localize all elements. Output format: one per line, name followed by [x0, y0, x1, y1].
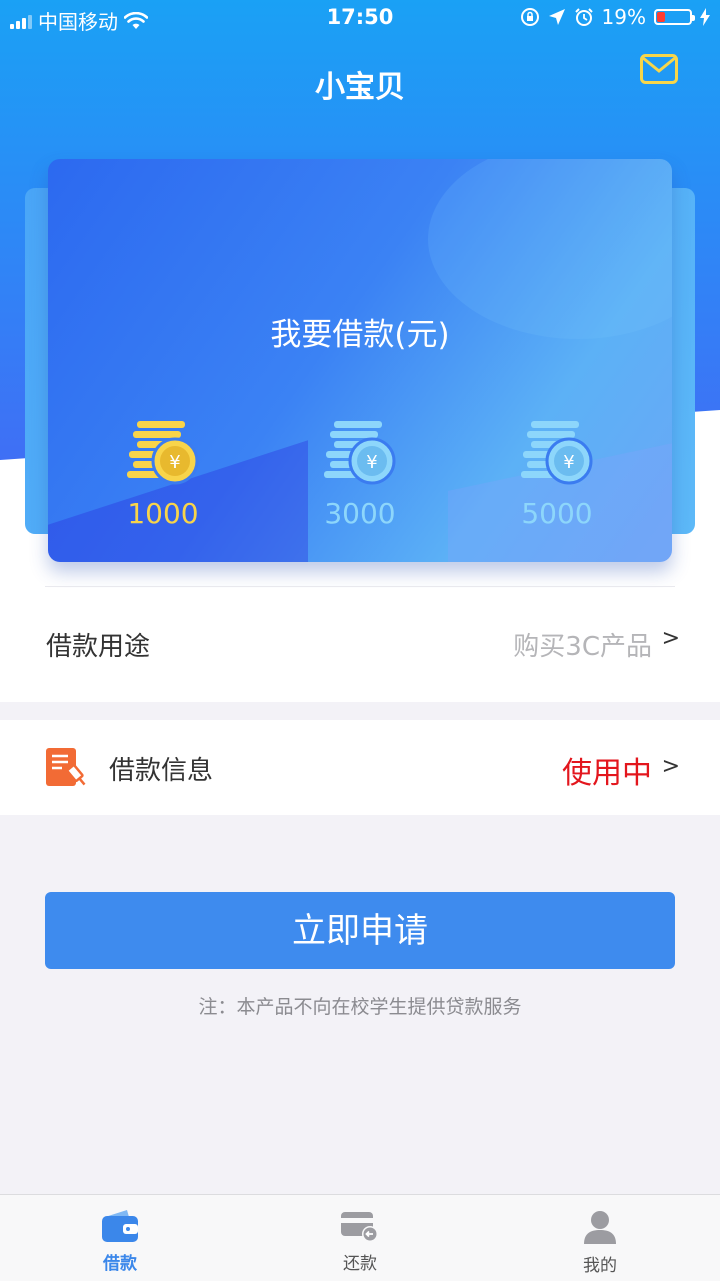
charging-icon — [700, 8, 710, 26]
loan-purpose-row[interactable]: 借款用途 购买3C产品 > — [0, 588, 720, 702]
amount-option-3000[interactable]: ¥ 3000 — [290, 421, 430, 530]
card-title: 我要借款(元) — [270, 317, 450, 353]
loan-info-status: 使用中 — [562, 756, 652, 791]
status-bar: 中国移动 17:50 19% — [0, 0, 720, 36]
user-icon — [584, 1211, 616, 1244]
svg-text:¥: ¥ — [169, 452, 180, 473]
apply-now-button[interactable]: 立即申请 — [45, 892, 675, 969]
document-icon — [46, 748, 86, 786]
rotation-lock-icon — [520, 8, 539, 26]
tab-borrow[interactable]: 借款 — [60, 1195, 180, 1281]
wallet-icon — [102, 1210, 138, 1242]
tab-label: 借款 — [103, 1254, 137, 1274]
coin-stack-icon: ¥ — [521, 421, 593, 485]
loan-info-label: 借款信息 — [109, 756, 214, 786]
disclaimer-note: 注：本产品不向在校学生提供贷款服务 — [198, 996, 522, 1018]
chevron-right-icon: > — [661, 626, 680, 651]
tab-me[interactable]: 我的 — [540, 1195, 660, 1281]
tab-label: 还款 — [343, 1254, 377, 1274]
tab-repay[interactable]: 还款 — [300, 1195, 420, 1281]
location-icon — [548, 9, 565, 25]
loan-purpose-label: 借款用途 — [46, 632, 151, 662]
chevron-right-icon: > — [661, 754, 680, 779]
amount-label: 3000 — [324, 497, 396, 530]
amount-label: 5000 — [521, 497, 593, 530]
loan-info-row[interactable]: 借款信息 使用中 > — [0, 720, 720, 815]
divider — [45, 586, 675, 587]
battery-icon — [654, 9, 695, 25]
alarm-icon — [574, 8, 593, 26]
battery-percent: 19% — [601, 5, 646, 29]
mail-icon[interactable] — [640, 54, 678, 84]
card-refund-icon — [341, 1212, 378, 1242]
coin-stack-icon: ¥ — [324, 421, 396, 485]
tab-bar: 借款 还款 我的 — [0, 1194, 720, 1281]
loan-amount-card: 我要借款(元) ¥ 1000 ¥ 3000 ¥ 5000 — [48, 159, 672, 562]
svg-text:¥: ¥ — [563, 452, 574, 473]
coin-stack-icon: ¥ — [127, 421, 199, 485]
loan-purpose-value: 购买3C产品 — [513, 632, 652, 662]
tab-label: 我的 — [583, 1256, 617, 1276]
svg-text:¥: ¥ — [366, 452, 377, 473]
amount-label: 1000 — [127, 497, 199, 530]
amount-option-5000[interactable]: ¥ 5000 — [487, 421, 627, 530]
page-title: 小宝贝 — [315, 70, 405, 105]
amount-option-1000[interactable]: ¥ 1000 — [93, 421, 233, 530]
